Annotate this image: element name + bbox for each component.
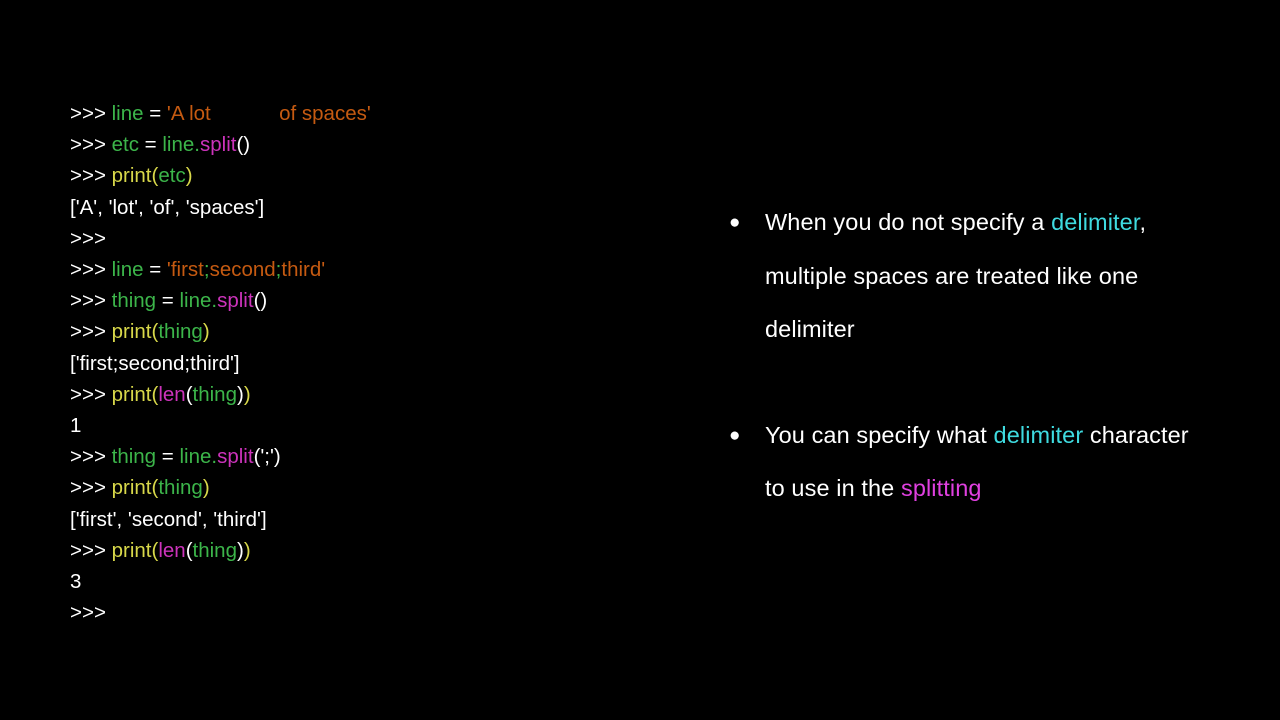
- bullet-run-normal: You can specify what: [765, 421, 994, 448]
- code-token-paren-y: ): [202, 320, 210, 344]
- code-line: ['first', 'second', 'third']: [70, 504, 630, 535]
- code-token-string: second: [209, 258, 276, 282]
- code-line: ['A', 'lot', 'of', 'spaces']: [70, 192, 630, 223]
- code-token-op: =: [156, 289, 180, 313]
- code-token-paren-y: ): [202, 476, 210, 500]
- code-token-string: third': [281, 258, 326, 282]
- code-token-prompt: >>>: [70, 164, 112, 188]
- code-line: 1: [70, 410, 630, 441]
- code-token-prompt: >>>: [70, 382, 112, 406]
- code-token-prompt: >>>: [70, 289, 112, 313]
- code-token-prompt: >>>: [70, 258, 112, 282]
- code-token-plain: ['A', 'lot', 'of', 'spaces']: [70, 195, 265, 219]
- code-token-name: thing: [111, 445, 157, 469]
- code-line: >>> print(len(thing)): [70, 379, 630, 410]
- code-token-name: etc: [158, 164, 186, 188]
- code-token-func: print: [111, 382, 152, 406]
- code-token-op: =: [156, 445, 180, 469]
- code-line: >>> thing = line.split(): [70, 285, 630, 316]
- code-token-method: split: [217, 445, 254, 469]
- code-token-plain: ['first', 'second', 'third']: [70, 507, 267, 531]
- code-token-string: 'first: [166, 258, 204, 282]
- code-line: ['first;second;third']: [70, 348, 630, 379]
- bullet-item: ● When you do not specify a delimiter, mu…: [726, 196, 1196, 357]
- bullet-item: ● You can specify what delimiter characte…: [726, 409, 1196, 516]
- code-token-func: print: [111, 538, 152, 562]
- bullet-list: ● When you do not specify a delimiter, mu…: [726, 196, 1196, 568]
- code-token-builtin: len: [158, 538, 186, 562]
- code-token-method: split: [199, 133, 237, 157]
- code-token-func: print: [111, 476, 152, 500]
- code-token-op: =: [143, 102, 167, 125]
- code-token-func: print: [111, 320, 152, 344]
- code-token-paren-w: (: [185, 538, 193, 562]
- code-line: 3: [70, 566, 630, 597]
- code-token-paren-w: (): [236, 133, 251, 157]
- code-line: >>> etc = line.split(): [70, 129, 630, 160]
- python-repl-transcript: >>> line = 'A lot of spaces' >>> etc = li…: [70, 98, 630, 628]
- code-token-plain: 3: [70, 570, 82, 594]
- code-token-paren-w: (: [185, 382, 193, 406]
- code-token-paren-y: ): [185, 164, 193, 188]
- code-token-prompt: >>>: [70, 102, 112, 125]
- bullet-run-cyan: delimiter: [1051, 209, 1140, 235]
- code-token-prompt: >>>: [70, 226, 106, 250]
- code-token-prompt: >>>: [70, 476, 112, 500]
- code-line: >>> print(etc): [70, 160, 630, 191]
- code-token-prompt: >>>: [70, 601, 106, 625]
- slide-canvas: >>> line = 'A lot of spaces' >>> etc = li…: [0, 0, 1280, 720]
- code-token-name: thing: [111, 289, 157, 313]
- code-token-name: thing: [192, 538, 237, 562]
- code-token-paren-y: ): [243, 382, 251, 406]
- code-line: >>> print(len(thing)): [70, 535, 630, 566]
- code-token-name: line: [179, 289, 212, 313]
- bullet-run-pink: splitting: [900, 475, 982, 501]
- code-token-name: etc: [111, 133, 139, 157]
- bullet-run-normal: When you do not specify a: [765, 209, 1052, 235]
- code-token-name: line: [179, 445, 212, 469]
- code-line: >>>: [70, 223, 630, 254]
- code-token-name: thing: [158, 320, 203, 344]
- code-token-plain: 1: [70, 414, 82, 438]
- code-token-name: line: [111, 258, 144, 282]
- code-token-builtin: len: [158, 382, 186, 406]
- code-token-prompt: >>>: [70, 445, 112, 469]
- code-token-name: thing: [158, 476, 203, 500]
- code-token-prompt: >>>: [70, 133, 112, 157]
- code-line: >>> print(thing): [70, 316, 630, 347]
- code-token-plain: ['first;second;third']: [70, 351, 240, 375]
- code-line: >>> line = 'A lot of spaces': [70, 98, 630, 129]
- code-line: >>> print(thing): [70, 472, 630, 503]
- bullet-run-cyan: delimiter: [993, 421, 1084, 448]
- code-token-op: =: [138, 133, 163, 157]
- code-token-name: thing: [192, 382, 237, 406]
- code-token-string: of spaces': [279, 102, 371, 125]
- code-token-paren-w: ): [237, 382, 244, 406]
- bullet-text: You can specify what delimiter character…: [765, 409, 1196, 516]
- bullet-marker-icon: ●: [729, 212, 741, 233]
- code-line: >>> line = 'first;second;third': [70, 254, 630, 285]
- code-token-op: =: [143, 258, 167, 282]
- code-token-plain: ';': [260, 445, 274, 469]
- code-token-prompt: >>>: [70, 538, 112, 562]
- code-token-string: 'A lot: [166, 102, 211, 125]
- code-token-prompt: >>>: [70, 320, 112, 344]
- code-token-paren-y: ): [243, 538, 251, 562]
- code-token-paren-w: (): [253, 289, 268, 313]
- code-token-paren-w: ): [273, 445, 281, 469]
- code-token-func: print: [111, 164, 152, 188]
- code-token-paren-w: ): [237, 538, 244, 562]
- code-token-name: line: [162, 133, 195, 157]
- code-token-method: split: [217, 289, 254, 313]
- code-line: >>> thing = line.split(';'): [70, 441, 630, 472]
- code-token-name: line: [111, 102, 144, 125]
- bullet-text: When you do not specify a delimiter, mul…: [765, 196, 1196, 357]
- bullet-marker-icon: ●: [729, 424, 741, 446]
- code-line: >>>: [70, 597, 630, 628]
- code-token-string: [211, 102, 279, 125]
